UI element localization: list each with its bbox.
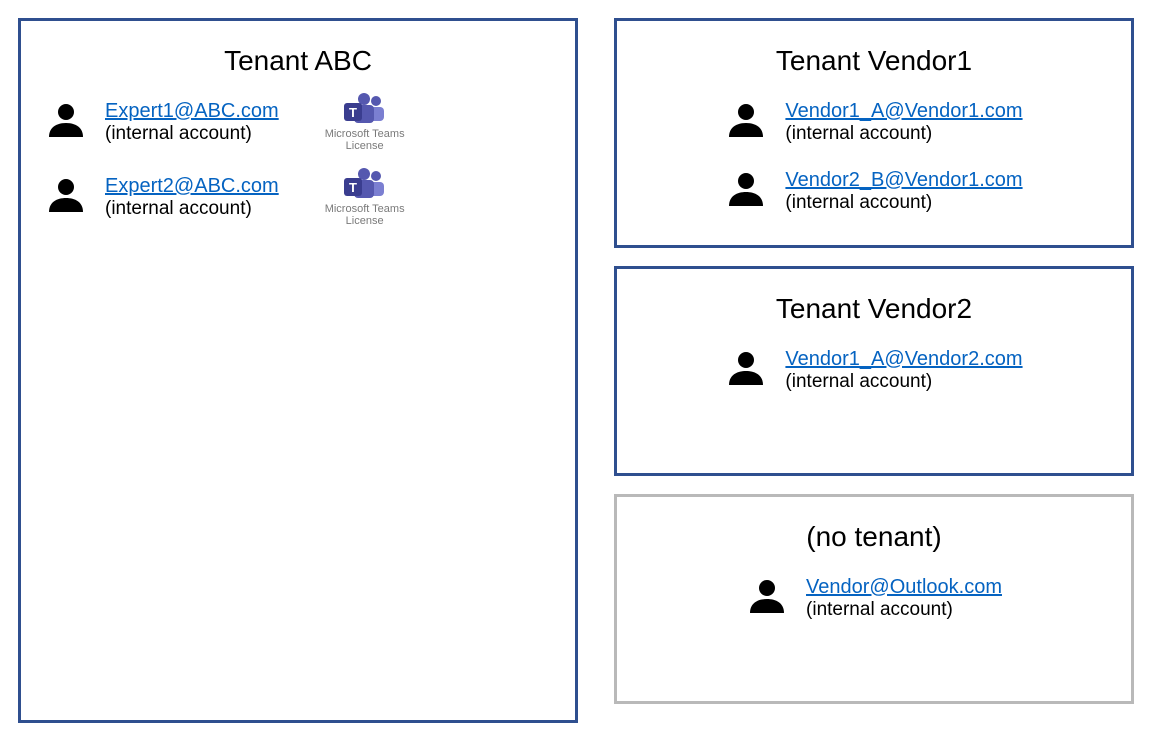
user-email-link[interactable]: Expert1@ABC.com — [105, 99, 279, 123]
person-icon — [725, 101, 767, 139]
person-icon — [725, 349, 767, 387]
person-icon — [746, 577, 788, 615]
user-email-link[interactable]: Vendor1_A@Vendor1.com — [785, 99, 1022, 123]
teams-icon — [342, 168, 388, 202]
user-email-link[interactable]: Vendor1_A@Vendor2.com — [785, 347, 1022, 371]
tenant-vendor2-box: Tenant Vendor2 Vendor1_A@Vendor2.com (in… — [614, 266, 1134, 476]
user-row: Vendor@Outlook.com (internal account) — [641, 575, 1107, 622]
user-text-block: Vendor1_A@Vendor1.com (internal account) — [785, 99, 1022, 146]
user-email-link[interactable]: Vendor@Outlook.com — [806, 575, 1002, 599]
tenant-vendor2-title: Tenant Vendor2 — [641, 293, 1107, 325]
user-text-block: Vendor2_B@Vendor1.com (internal account) — [785, 168, 1022, 215]
user-account-type: (internal account) — [785, 192, 1022, 215]
person-icon — [45, 101, 87, 139]
user-account-type: (internal account) — [105, 123, 279, 146]
left-column: Tenant ABC Expert1@ABC.com (internal acc… — [18, 18, 578, 723]
tenant-abc-box: Tenant ABC Expert1@ABC.com (internal acc… — [18, 18, 578, 723]
user-text-block: Expert1@ABC.com (internal account) — [105, 99, 279, 146]
right-column: Tenant Vendor1 Vendor1_A@Vendor1.com (in… — [614, 18, 1134, 704]
user-email-link[interactable]: Expert2@ABC.com — [105, 174, 279, 198]
user-account-type: (internal account) — [105, 198, 279, 221]
user-row: Vendor1_A@Vendor1.com (internal account) — [641, 99, 1107, 146]
license-label: Microsoft Teams License — [325, 204, 405, 227]
user-account-type: (internal account) — [806, 599, 1002, 622]
license-label: Microsoft Teams License — [325, 129, 405, 152]
tenant-vendor1-box: Tenant Vendor1 Vendor1_A@Vendor1.com (in… — [614, 18, 1134, 248]
user-account-type: (internal account) — [785, 371, 1022, 394]
user-row: Vendor1_A@Vendor2.com (internal account) — [641, 347, 1107, 394]
user-text-block: Vendor1_A@Vendor2.com (internal account) — [785, 347, 1022, 394]
person-icon — [45, 176, 87, 214]
no-tenant-title: (no tenant) — [641, 521, 1107, 553]
user-row: Expert2@ABC.com (internal account) Micro… — [45, 174, 551, 227]
user-row: Expert1@ABC.com (internal account) Micro… — [45, 99, 551, 152]
tenant-abc-title: Tenant ABC — [45, 45, 551, 77]
no-tenant-box: (no tenant) Vendor@Outlook.com (internal… — [614, 494, 1134, 704]
user-text-block: Vendor@Outlook.com (internal account) — [806, 575, 1002, 622]
diagram-canvas: Tenant ABC Expert1@ABC.com (internal acc… — [18, 18, 1135, 723]
teams-license-badge: Microsoft Teams License — [325, 93, 405, 152]
user-account-type: (internal account) — [785, 123, 1022, 146]
tenant-vendor1-title: Tenant Vendor1 — [641, 45, 1107, 77]
person-icon — [725, 170, 767, 208]
user-email-link[interactable]: Vendor2_B@Vendor1.com — [785, 168, 1022, 192]
teams-license-badge: Microsoft Teams License — [325, 168, 405, 227]
user-text-block: Expert2@ABC.com (internal account) — [105, 174, 279, 221]
user-row: Vendor2_B@Vendor1.com (internal account) — [641, 168, 1107, 215]
teams-icon — [342, 93, 388, 127]
